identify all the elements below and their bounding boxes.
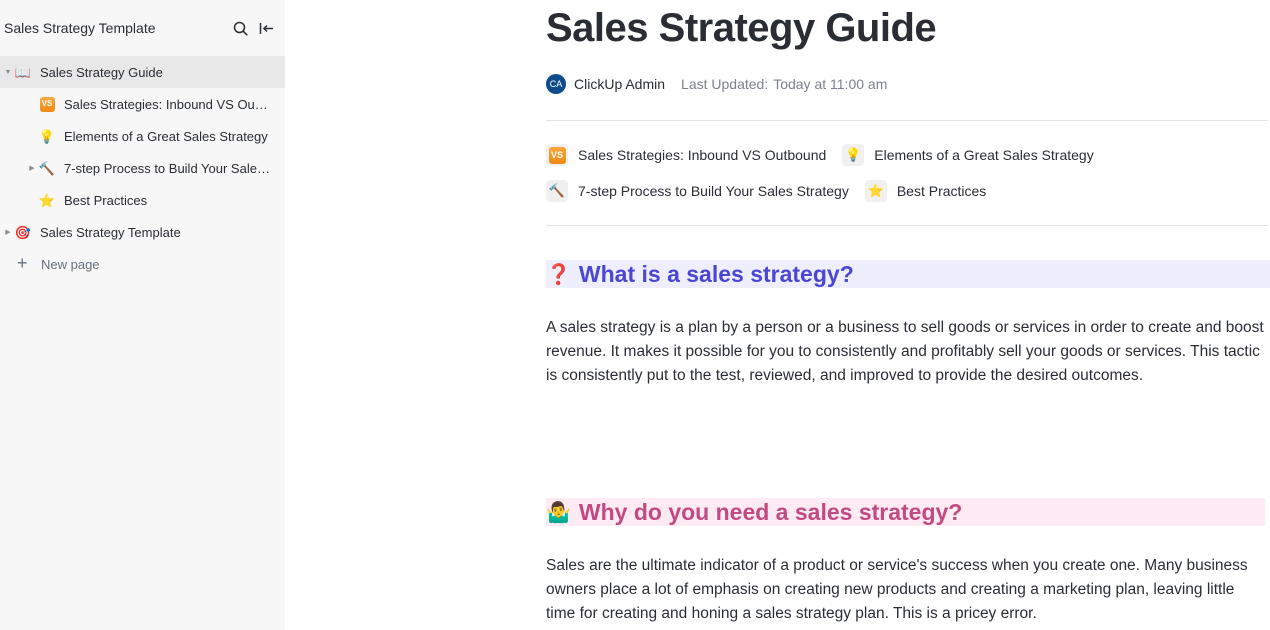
collapse-sidebar-button[interactable]	[257, 18, 275, 38]
star-icon: ⭐	[864, 180, 887, 202]
page-tree: ▼ 📖 Sales Strategy Guide VS Sales Strate…	[0, 56, 285, 280]
new-page-label: New page	[41, 256, 100, 272]
search-button[interactable]	[231, 18, 249, 38]
subpage-links: VS Sales Strategies: Inbound VS Outbound…	[546, 140, 1270, 212]
sidebar: Sales Strategy Template ▼ 📖 Sales Strate…	[0, 0, 285, 630]
page-title[interactable]: Sales Strategy Guide	[546, 6, 937, 51]
question-mark-icon: ❓	[546, 263, 571, 286]
hammer-icon: 🔨	[546, 180, 568, 202]
last-updated-value: Today at 11:00 am	[773, 76, 888, 92]
subpage-link-label: Best Practices	[896, 183, 987, 199]
section-heading-what-is: ❓ What is a sales strategy?	[546, 260, 1270, 288]
subpage-link-label: 7-step Process to Build Your Sales Strat…	[578, 183, 849, 199]
tree-item-label: Elements of a Great Sales Strategy	[64, 128, 268, 144]
last-updated-label: Last Updated:	[681, 76, 769, 92]
caret-right-icon[interactable]: ▶	[28, 164, 36, 172]
tree-item-label: Sales Strategies: Inbound VS Outbound	[64, 96, 271, 112]
caret-down-icon[interactable]: ▼	[4, 68, 12, 76]
doc-meta: CA ClickUp Admin Last Updated: Today at …	[546, 73, 887, 95]
heading-text: Why do you need a sales strategy?	[578, 498, 963, 525]
caret-right-icon[interactable]: ▶	[4, 228, 12, 236]
tree-item-label: Sales Strategy Template	[40, 224, 181, 240]
book-icon: 📖	[14, 64, 32, 80]
plus-icon: +	[17, 253, 28, 273]
subpage-link-inbound-vs-outbound[interactable]: VS Sales Strategies: Inbound VS Outbound	[546, 144, 826, 166]
target-icon: 🎯	[14, 224, 32, 240]
section-body-why-need: Sales are the ultimate indicator of a pr…	[546, 557, 1248, 622]
vs-badge-icon: VS	[546, 144, 568, 166]
subpage-link-best-practices[interactable]: ⭐ Best Practices	[864, 180, 987, 202]
star-icon: ⭐	[38, 192, 56, 208]
lightbulb-icon: 💡	[842, 144, 865, 166]
section-body-what-is: A sales strategy is a plan by a person o…	[546, 319, 1264, 384]
subpage-link-7-step-process[interactable]: 🔨 7-step Process to Build Your Sales Str…	[546, 180, 849, 202]
tree-item-best-practices[interactable]: ⭐ Best Practices	[0, 184, 285, 216]
lightbulb-icon: 💡	[38, 128, 56, 144]
hammer-icon: 🔨	[38, 160, 56, 176]
avatar[interactable]: CA	[546, 74, 566, 94]
workspace-title: Sales Strategy Template	[4, 20, 156, 36]
tree-item-label: 7-step Process to Build Your Sales Strat…	[64, 160, 271, 176]
divider	[546, 120, 1268, 121]
subpage-link-label: Elements of a Great Sales Strategy	[874, 147, 1094, 163]
subpage-link-label: Sales Strategies: Inbound VS Outbound	[578, 147, 827, 163]
sidebar-header: Sales Strategy Template	[0, 0, 285, 56]
subpage-link-elements[interactable]: 💡 Elements of a Great Sales Strategy	[842, 144, 1094, 166]
tree-item-label: Sales Strategy Guide	[40, 64, 163, 80]
collapse-sidebar-icon	[259, 22, 273, 34]
tree-item-inbound-vs-outbound[interactable]: VS Sales Strategies: Inbound VS Outbound	[0, 88, 285, 120]
section-heading-why-need: 🤷‍♂️ Why do you need a sales strategy?	[546, 498, 1265, 526]
tree-item-sales-strategy-guide[interactable]: ▼ 📖 Sales Strategy Guide	[0, 56, 285, 88]
tree-item-elements[interactable]: 💡 Elements of a Great Sales Strategy	[0, 120, 285, 152]
tree-item-sales-strategy-template[interactable]: ▶ 🎯 Sales Strategy Template	[0, 216, 285, 248]
author-name[interactable]: ClickUp Admin	[574, 76, 665, 92]
person-shrugging-icon: 🤷‍♂️	[546, 501, 571, 524]
divider	[546, 225, 1268, 226]
search-icon	[233, 21, 248, 36]
tree-item-label: Best Practices	[64, 192, 148, 208]
vs-badge-icon: VS	[39, 96, 55, 112]
tree-item-7-step-process[interactable]: ▶ 🔨 7-step Process to Build Your Sales S…	[0, 152, 285, 184]
heading-text: What is a sales strategy?	[578, 260, 854, 287]
new-page-button[interactable]: + New page	[0, 248, 285, 280]
